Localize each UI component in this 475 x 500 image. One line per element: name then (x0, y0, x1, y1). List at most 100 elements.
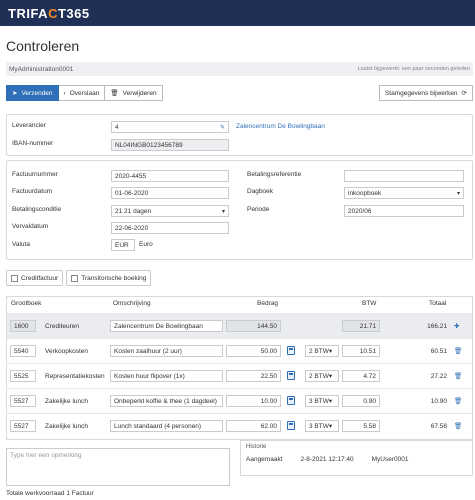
vat-code-select[interactable]: 3 BTW ▾ (305, 420, 339, 432)
calculator-icon[interactable] (287, 396, 295, 405)
currency-name: Euro (139, 241, 153, 248)
delete-button[interactable]: 🗑 Verwijderen (105, 85, 163, 101)
refresh-icon: ⟳ (461, 90, 467, 97)
invoice-date-value: 01-06-2020 (115, 189, 149, 197)
action-group: ➤ Verzenden › Overslaan 🗑 Verwijderen (6, 85, 163, 101)
logo-text-end: T365 (57, 5, 90, 21)
invoice-date-field[interactable]: 01-06-2020 (111, 187, 229, 199)
due-date-label: Vervaldatum (12, 223, 49, 230)
column-header-vat: BTW (362, 300, 377, 307)
vat-code-select[interactable]: 2 BTW ▾ (305, 370, 339, 382)
line-total: 67.58 (430, 422, 447, 430)
amount-field[interactable]: 50.00 (226, 345, 281, 357)
description-field[interactable]: Kosten huur flipover (1x) (110, 370, 223, 382)
trash-icon[interactable]: 🗑 (454, 395, 462, 407)
calculator-icon[interactable] (287, 421, 295, 430)
column-header-description: Omschrijving (113, 300, 151, 307)
history-timestamp: 2-8-2021 12:17:40 (300, 456, 354, 463)
app-logo: TRIFACT365 (8, 6, 90, 21)
ledger-code[interactable]: 5540 (10, 345, 36, 357)
vat-amount-field[interactable]: 5.58 (342, 420, 380, 432)
payment-reference-field[interactable] (344, 170, 464, 182)
trash-icon[interactable]: 🗑 (454, 345, 462, 357)
top-bar: TRIFACT365 (0, 0, 475, 26)
skip-label: Overslaan (69, 89, 100, 97)
due-date-field[interactable]: 22-06-2020 (111, 222, 229, 234)
line-total: 27.22 (430, 372, 447, 380)
administration-name: MyAdministration0001 (9, 65, 74, 73)
vat-code-select[interactable]: 3 BTW ▾ (305, 395, 339, 407)
skip-button[interactable]: › Overslaan (58, 85, 106, 101)
ledger-code[interactable]: 5527 (10, 395, 36, 407)
ledger-name: Crediteuren (45, 322, 79, 330)
last-updated: Laatst bijgewerkt: een paar seconden gel… (357, 66, 470, 72)
vat-amount-field[interactable]: 10.51 (342, 345, 380, 357)
line-total: 60.51 (430, 347, 447, 355)
trash-icon[interactable]: 🗑 (454, 370, 462, 382)
ledger-code[interactable]: 5525 (10, 370, 36, 382)
invoice-number-value: 2020-4455 (115, 172, 147, 180)
invoice-number-field[interactable]: 2020-4455 (111, 170, 229, 182)
payment-reference-label: Betalingsreferentie (247, 171, 302, 178)
plus-icon[interactable]: ✚ (454, 320, 459, 332)
due-date-value: 22-06-2020 (115, 224, 149, 232)
caret-down-icon: ▾ (328, 373, 333, 380)
send-icon: ➤ (12, 90, 18, 97)
iban-label: IBAN-nummer (12, 140, 54, 147)
caret-down-icon: ▾ (328, 423, 333, 430)
history-panel: Historie Aangemaakt 2-8-2021 12:17:40 My… (240, 440, 473, 476)
payment-terms-select[interactable]: 21 21 dagen ▾ (111, 205, 229, 217)
caret-down-icon: ▾ (328, 398, 333, 405)
period-field[interactable]: 2020/06 (344, 205, 464, 217)
pencil-icon[interactable]: ✎ (220, 124, 225, 131)
caret-down-icon: ▾ (221, 209, 225, 215)
period-value: 2020/06 (348, 207, 372, 215)
ledger-name: Zakelijke lunch (45, 422, 88, 430)
send-button[interactable]: ➤ Verzenden (6, 85, 59, 101)
logo-accent: C (48, 5, 58, 21)
journal-select[interactable]: inkoopboek ▾ (344, 187, 464, 199)
currency-field[interactable]: EUR (111, 239, 135, 251)
ledger-code[interactable]: 5527 (10, 420, 36, 432)
period-label: Periode (247, 206, 270, 213)
iban-field: NL04INGB0123456789 (111, 139, 229, 151)
amount-field[interactable]: 62.00 (226, 420, 281, 432)
invoice-options: Creditfactuur Transitorische boeking (6, 270, 152, 286)
history-action: Aangemaakt (246, 456, 283, 463)
history-user: MyUser0001 (371, 456, 409, 463)
amount-field[interactable]: 10.00 (226, 395, 281, 407)
checkbox-box[interactable] (11, 274, 18, 282)
calculator-icon[interactable] (287, 371, 295, 380)
transitory-booking-checkbox[interactable]: Transitorische boeking (66, 270, 152, 286)
trash-icon[interactable]: 🗑 (454, 420, 462, 432)
journal-value: inkoopboek (348, 189, 382, 197)
delete-label: Verwijderen (122, 89, 157, 97)
caret-down-icon: ▾ (328, 348, 333, 355)
supplier-name-link[interactable]: Zalencentrum De Bowlingbaan (236, 123, 325, 130)
credit-invoice-checkbox[interactable]: Creditfactuur (6, 270, 64, 286)
remark-textarea[interactable]: Type hier een opmerking (6, 448, 230, 486)
update-master-data-label: Stamgegevens bijwerken (384, 89, 458, 97)
currency-label: Valuta (12, 241, 30, 248)
currency-value: EUR (115, 241, 129, 249)
supplier-field[interactable]: 4 ✎ (111, 121, 229, 133)
vat-amount-field[interactable]: 0.90 (342, 395, 380, 407)
vat-code-select[interactable]: 2 BTW ▾ (305, 345, 339, 357)
iban-value: NL04INGB0123456789 (115, 141, 183, 149)
description-field[interactable]: Onbeperkt koffie & thee (1 dagdeel) (110, 395, 223, 407)
description-field[interactable]: Kosten zaalhuur (2 uur) (110, 345, 223, 357)
invoice-panel: Factuurnummer 2020-4455 Factuurdatum 01-… (6, 160, 473, 260)
calculator-icon[interactable] (287, 346, 295, 355)
update-master-data-button[interactable]: Stamgegevens bijwerken ⟳ (378, 85, 473, 101)
amount-field[interactable]: 22.50 (226, 370, 281, 382)
line-total: 10.90 (430, 397, 447, 405)
description-field[interactable]: Zalencentrum De Bowlingbaan (110, 320, 223, 332)
column-header-total: Totaal (429, 300, 447, 307)
history-title: Historie (246, 444, 267, 450)
table-row: 5527 Zakelijke lunch Lunch standaard (4 … (7, 413, 472, 438)
chevron-right-icon: › (63, 89, 66, 97)
table-row: 5527 Zakelijke lunch Onbeperkt koffie & … (7, 388, 472, 413)
checkbox-box[interactable] (71, 274, 79, 282)
description-field[interactable]: Lunch standaard (4 personen) (110, 420, 223, 432)
vat-amount-field[interactable]: 4.72 (342, 370, 380, 382)
